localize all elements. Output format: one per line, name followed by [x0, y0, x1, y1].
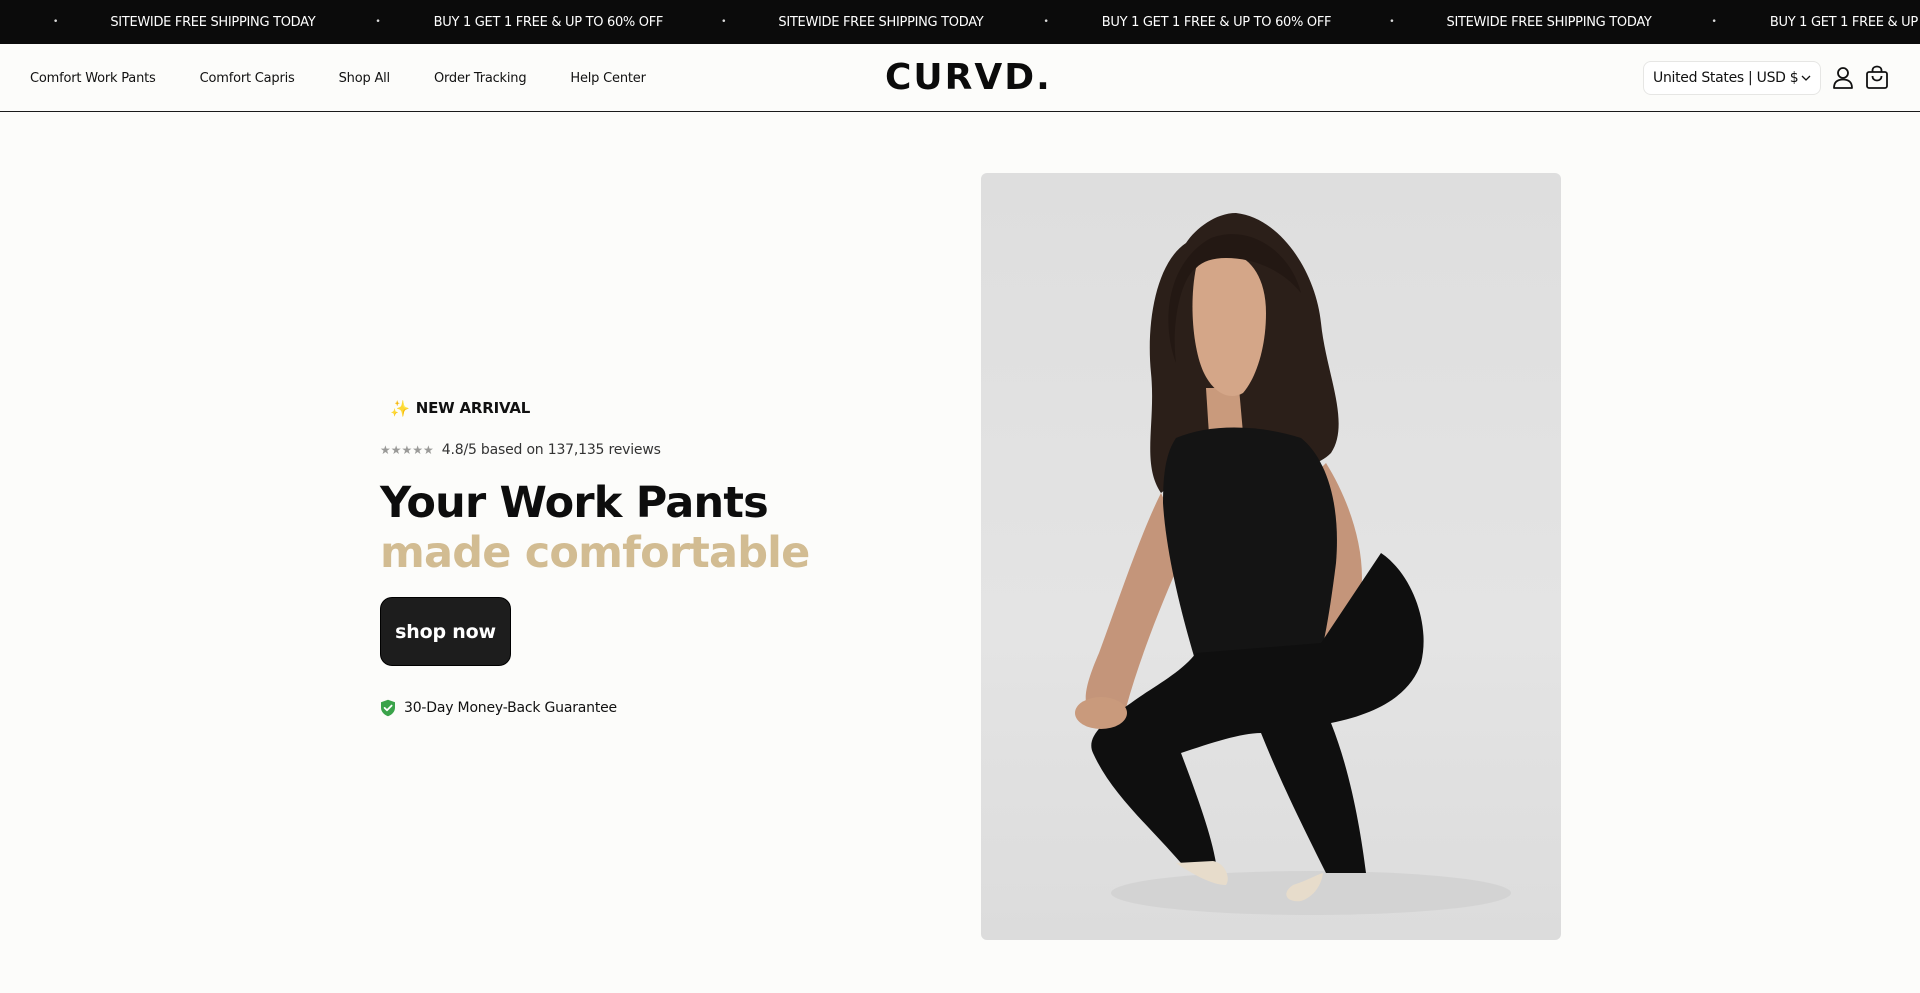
cart-icon[interactable]: [1864, 65, 1890, 91]
rating-text: 4.8/5 based on 137,135 reviews: [441, 442, 661, 458]
separator-dot: •: [53, 17, 59, 27]
star-rating-icon: ★★★★★: [380, 443, 434, 457]
announcement-item: BUY 1 GET 1 FREE & UP TO 60% OFF: [1769, 14, 1920, 30]
announcement-item: SITEWIDE FREE SHIPPING TODAY: [1446, 14, 1652, 30]
hero-headline: Your Work Pants made comfortable: [380, 478, 880, 578]
separator-dot: •: [1711, 17, 1717, 27]
separator-dot: •: [721, 17, 727, 27]
nav-link-comfort-work-pants[interactable]: Comfort Work Pants: [30, 71, 156, 86]
headline-primary: Your Work Pants: [380, 478, 769, 528]
guarantee-text: 30-Day Money-Back Guarantee: [404, 700, 617, 716]
model-illustration: [1075, 213, 1511, 915]
shield-check-icon: [381, 699, 395, 717]
currency-label: United States | USD $: [1653, 70, 1799, 86]
chevron-down-icon: [1801, 75, 1811, 81]
hero-product-image: [981, 173, 1561, 940]
main-nav: Comfort Work Pants Comfort Capris Shop A…: [30, 44, 690, 112]
nav-link-comfort-capris[interactable]: Comfort Capris: [200, 71, 295, 86]
announcement-item: BUY 1 GET 1 FREE & UP TO 60% OFF: [433, 14, 664, 30]
separator-dot: •: [1043, 17, 1049, 27]
guarantee-note: 30-Day Money-Back Guarantee: [380, 697, 617, 719]
nav-link-order-tracking[interactable]: Order Tracking: [434, 71, 527, 86]
announcement-item: SITEWIDE FREE SHIPPING TODAY: [110, 14, 316, 30]
nav-link-shop-all[interactable]: Shop All: [339, 71, 391, 86]
badge-label: NEW ARRIVAL: [415, 399, 531, 417]
headline-accent: made comfortable: [380, 528, 810, 578]
account-icon[interactable]: [1830, 65, 1856, 91]
new-arrival-badge: ✨ NEW ARRIVAL: [390, 396, 530, 420]
announcement-item: BUY 1 GET 1 FREE & UP TO 60% OFF: [1101, 14, 1332, 30]
separator-dot: •: [375, 17, 381, 27]
announcement-track: • SITEWIDE FREE SHIPPING TODAY • BUY 1 G…: [0, 0, 1920, 44]
site-header: Comfort Work Pants Comfort Capris Shop A…: [0, 44, 1920, 112]
site-logo[interactable]: CURVD.: [885, 58, 1050, 98]
announcement-item: SITEWIDE FREE SHIPPING TODAY: [778, 14, 984, 30]
currency-selector[interactable]: United States | USD $: [1643, 61, 1821, 95]
nav-link-help-center[interactable]: Help Center: [570, 71, 646, 86]
shop-now-button[interactable]: shop now: [380, 597, 511, 666]
announcement-bar: • SITEWIDE FREE SHIPPING TODAY • BUY 1 G…: [0, 0, 1920, 44]
sparkle-icon: ✨: [390, 398, 410, 418]
separator-dot: •: [1389, 17, 1395, 27]
rating-summary: ★★★★★ 4.8/5 based on 137,135 reviews: [380, 439, 661, 461]
